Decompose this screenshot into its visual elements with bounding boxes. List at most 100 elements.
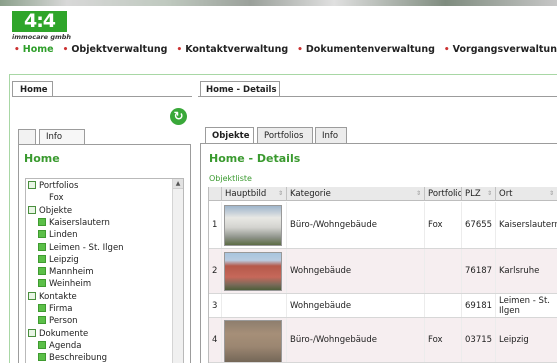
nav-item-home[interactable]: • Home bbox=[14, 44, 54, 55]
logo-subtitle: immocare gmbh bbox=[12, 33, 72, 41]
nav-item-objektverwaltung[interactable]: • Objektverwaltung bbox=[63, 44, 168, 55]
tree-item[interactable]: Firma bbox=[28, 303, 72, 315]
cell-nr-text: 1 bbox=[212, 220, 218, 230]
nav-item-label: Home bbox=[22, 44, 54, 55]
tree-item[interactable]: Kontakte bbox=[28, 291, 77, 303]
cell-nr: 3 bbox=[209, 294, 222, 317]
cell-ort-text: Leimen - St. Ilgen bbox=[499, 295, 550, 316]
panel-title: Home bbox=[24, 152, 60, 165]
cell-plz: 76187 bbox=[462, 249, 496, 293]
tab-strip-line bbox=[12, 96, 192, 97]
refresh-button[interactable]: ↻ bbox=[170, 108, 187, 125]
cell-kategorie: Büro-/Wohngebäude bbox=[287, 202, 425, 248]
tab-home-details[interactable]: Home - Details bbox=[200, 81, 280, 97]
navigation-panel: Home Portfolios Fox Objekte Kaiserslautern L… bbox=[18, 144, 191, 363]
cell-kategorie: Wohngebäude bbox=[287, 249, 425, 293]
tree-item-label: Dokumente bbox=[39, 328, 89, 339]
tree-item-label: Person bbox=[49, 316, 78, 327]
tree-item-label: Agenda bbox=[49, 340, 82, 351]
collapse-icon bbox=[28, 205, 36, 214]
tree-item[interactable]: Agenda bbox=[28, 340, 81, 352]
column-header-plz[interactable]: PLZ ⇕ bbox=[462, 187, 496, 201]
column-header-hauptbild[interactable]: Hauptbild ⇕ bbox=[222, 187, 287, 201]
tree-scrollbar[interactable]: ▲ bbox=[172, 179, 183, 363]
tree-item[interactable]: Person bbox=[28, 315, 78, 327]
folder-node-icon bbox=[38, 267, 46, 276]
table-row[interactable]: 2 Wohngebäude 76187 Karlsruhe bbox=[209, 249, 557, 294]
nav-item-dokumentenverwaltung[interactable]: • Dokumentenverwaltung bbox=[297, 44, 435, 55]
tree-item[interactable]: Beschreibung bbox=[28, 352, 107, 363]
tree-item-label: Beschreibung bbox=[49, 353, 108, 363]
column-header-kategorie[interactable]: Kategorie ⇕ bbox=[287, 187, 425, 201]
cell-hauptbild bbox=[222, 202, 287, 248]
folder-node-icon bbox=[38, 316, 46, 325]
tree-item[interactable]: Weinheim bbox=[28, 278, 91, 290]
tree-item-label: Firma bbox=[49, 304, 73, 314]
building-photo bbox=[224, 205, 282, 246]
tree-item[interactable]: Kaiserslautern bbox=[28, 217, 110, 229]
cell-ort: Kaiserslautern bbox=[496, 202, 557, 248]
folder-node-icon bbox=[38, 242, 46, 251]
cell-ort: Leipzig bbox=[496, 318, 557, 362]
folder-node-icon bbox=[38, 353, 46, 362]
cell-portfolio: Fox bbox=[425, 202, 462, 248]
cell-ort-text: Leipzig bbox=[499, 335, 529, 345]
tree-item-label: Portfolios bbox=[39, 181, 79, 191]
content-left-border bbox=[9, 74, 10, 363]
nav-item-vorgangsverwaltung[interactable]: • Vorgangsverwaltung bbox=[444, 44, 557, 55]
tree-item[interactable]: Portfolios bbox=[28, 180, 78, 192]
objekt-table: Hauptbild ⇕ Kategorie ⇕ Portfolio ⇕ PLZ ⇕ Ort ⇕ 1 B… bbox=[208, 187, 557, 363]
cell-nr-text: 3 bbox=[212, 300, 218, 311]
tree-item[interactable]: Objekte bbox=[28, 205, 72, 217]
scroll-up-icon[interactable]: ▲ bbox=[173, 179, 183, 189]
tab-objekte[interactable]: Objekte bbox=[205, 127, 254, 143]
tab-info[interactable]: Info bbox=[315, 127, 347, 143]
header-divider bbox=[10, 74, 557, 75]
tree-view: Portfolios Fox Objekte Kaiserslautern Linden… bbox=[25, 178, 184, 363]
folder-node-icon bbox=[38, 230, 46, 239]
tree-item[interactable]: Linden bbox=[28, 229, 78, 241]
tree-item-label: Mannheim bbox=[49, 267, 94, 278]
collapse-icon bbox=[28, 291, 36, 300]
tree-item[interactable]: Fox bbox=[28, 192, 64, 204]
objektliste-label: Objektliste bbox=[209, 174, 252, 183]
nav-item-kontaktverwaltung[interactable]: • Kontaktverwaltung bbox=[176, 44, 288, 55]
company-logo[interactable]: 4:4 bbox=[12, 10, 67, 32]
table-row[interactable]: 1 Büro-/Wohngebäude Fox 67655 Kaiserslautern bbox=[209, 202, 557, 249]
tree-item[interactable]: Dokumente bbox=[28, 328, 88, 340]
tree-item[interactable]: Leipzig bbox=[28, 254, 79, 266]
cell-nr: 2 bbox=[209, 249, 222, 293]
table-row[interactable]: 4 Büro-/Wohngebäude Fox 03715 Leipzig bbox=[209, 318, 557, 363]
tab-tree[interactable] bbox=[18, 129, 36, 144]
tree-item-label: Leimen - St. Ilgen bbox=[49, 242, 124, 253]
column-header-nr[interactable] bbox=[209, 187, 222, 201]
tree-item-label: Weinheim bbox=[49, 279, 92, 290]
column-header-label: PLZ bbox=[465, 189, 481, 199]
tree-item-label: Leipzig bbox=[49, 254, 79, 265]
column-header-portfolio[interactable]: Portfolio ⇕ bbox=[425, 187, 462, 201]
tree-item-label: Kaiserslautern bbox=[49, 217, 110, 228]
cell-portfolio: Fox bbox=[425, 318, 462, 362]
collapse-icon bbox=[28, 328, 36, 337]
nav-bullet-icon: • bbox=[297, 45, 303, 55]
tab-portfolios[interactable]: Portfolios bbox=[257, 127, 313, 143]
folder-node-icon bbox=[38, 304, 46, 312]
panel-title: Home - Details bbox=[209, 152, 301, 165]
cell-nr: 1 bbox=[209, 202, 222, 248]
column-header-ort[interactable]: Ort ⇕ bbox=[496, 187, 557, 201]
cell-plz: 67655 bbox=[462, 202, 496, 248]
table-row[interactable]: 3 Wohngebäude 69181 Leimen - St. Ilgen bbox=[209, 294, 557, 318]
nav-bullet-icon: • bbox=[176, 45, 183, 55]
cell-kategorie-text: Wohngebäude bbox=[290, 300, 352, 311]
cell-hauptbild bbox=[222, 294, 287, 317]
tab-home[interactable]: Home bbox=[12, 81, 53, 97]
cell-portfolio bbox=[425, 294, 462, 317]
tree-item[interactable]: Mannheim bbox=[28, 266, 94, 278]
cell-kategorie-text: Büro-/Wohngebäude bbox=[290, 220, 377, 230]
cell-nr-text: 4 bbox=[212, 335, 218, 345]
cell-plz: 03715 bbox=[462, 318, 496, 362]
tree-item-label: Linden bbox=[49, 230, 78, 241]
tree-item[interactable]: Leimen - St. Ilgen bbox=[28, 242, 124, 254]
cell-portfolio-text: Fox bbox=[428, 220, 443, 230]
tab-info[interactable]: Info bbox=[39, 129, 85, 144]
